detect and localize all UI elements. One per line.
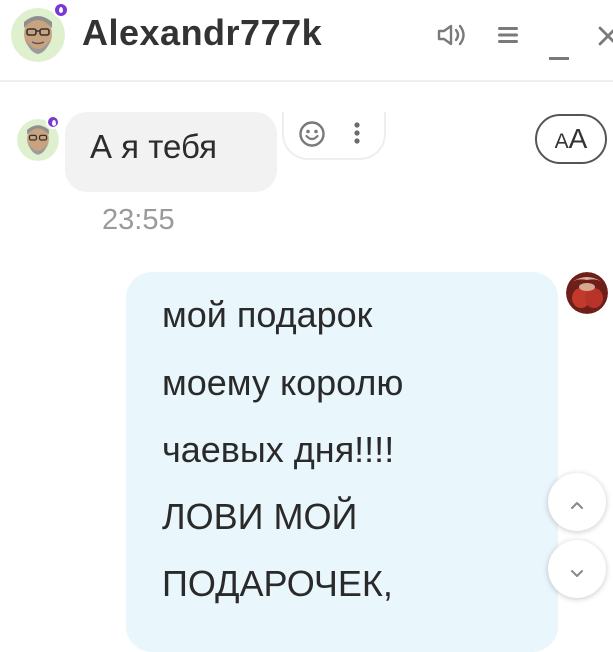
contact-name[interactable]: Alexandr777k — [82, 12, 322, 54]
chevron-down-icon — [570, 565, 584, 583]
emoji-icon[interactable] — [298, 120, 326, 153]
premium-badge-icon — [53, 2, 69, 18]
font-size-button[interactable]: AA — [535, 114, 607, 164]
scroll-down-button[interactable] — [548, 540, 606, 598]
avatar-photo-icon — [566, 272, 608, 314]
message-actions — [282, 112, 386, 160]
minimize-icon[interactable] — [549, 48, 569, 66]
premium-badge-icon — [46, 115, 60, 129]
incoming-message-bubble[interactable]: А я тебя — [65, 112, 277, 192]
font-size-small-label: A — [554, 130, 569, 153]
message-line: ЛОВИ МОЙ — [162, 496, 358, 537]
message-time: 23:55 — [102, 204, 175, 236]
message-text: А я тебя — [90, 128, 217, 165]
font-size-big-label: A — [568, 123, 588, 154]
scroll-up-button[interactable] — [548, 473, 606, 531]
speaker-icon[interactable] — [437, 24, 469, 51]
menu-icon[interactable] — [498, 26, 518, 49]
more-icon[interactable] — [354, 122, 360, 149]
message-line: моему королю — [162, 362, 404, 403]
my-avatar[interactable] — [566, 272, 608, 314]
message-line: ПОДАРОЧЕК, — [162, 563, 393, 604]
message-line: чаевых дня!!!! — [162, 429, 395, 470]
chat-header: Alexandr777k — [0, 0, 613, 82]
message-line: мой подарок — [162, 294, 373, 335]
close-icon[interactable] — [598, 26, 613, 51]
chevron-up-icon — [570, 497, 584, 515]
